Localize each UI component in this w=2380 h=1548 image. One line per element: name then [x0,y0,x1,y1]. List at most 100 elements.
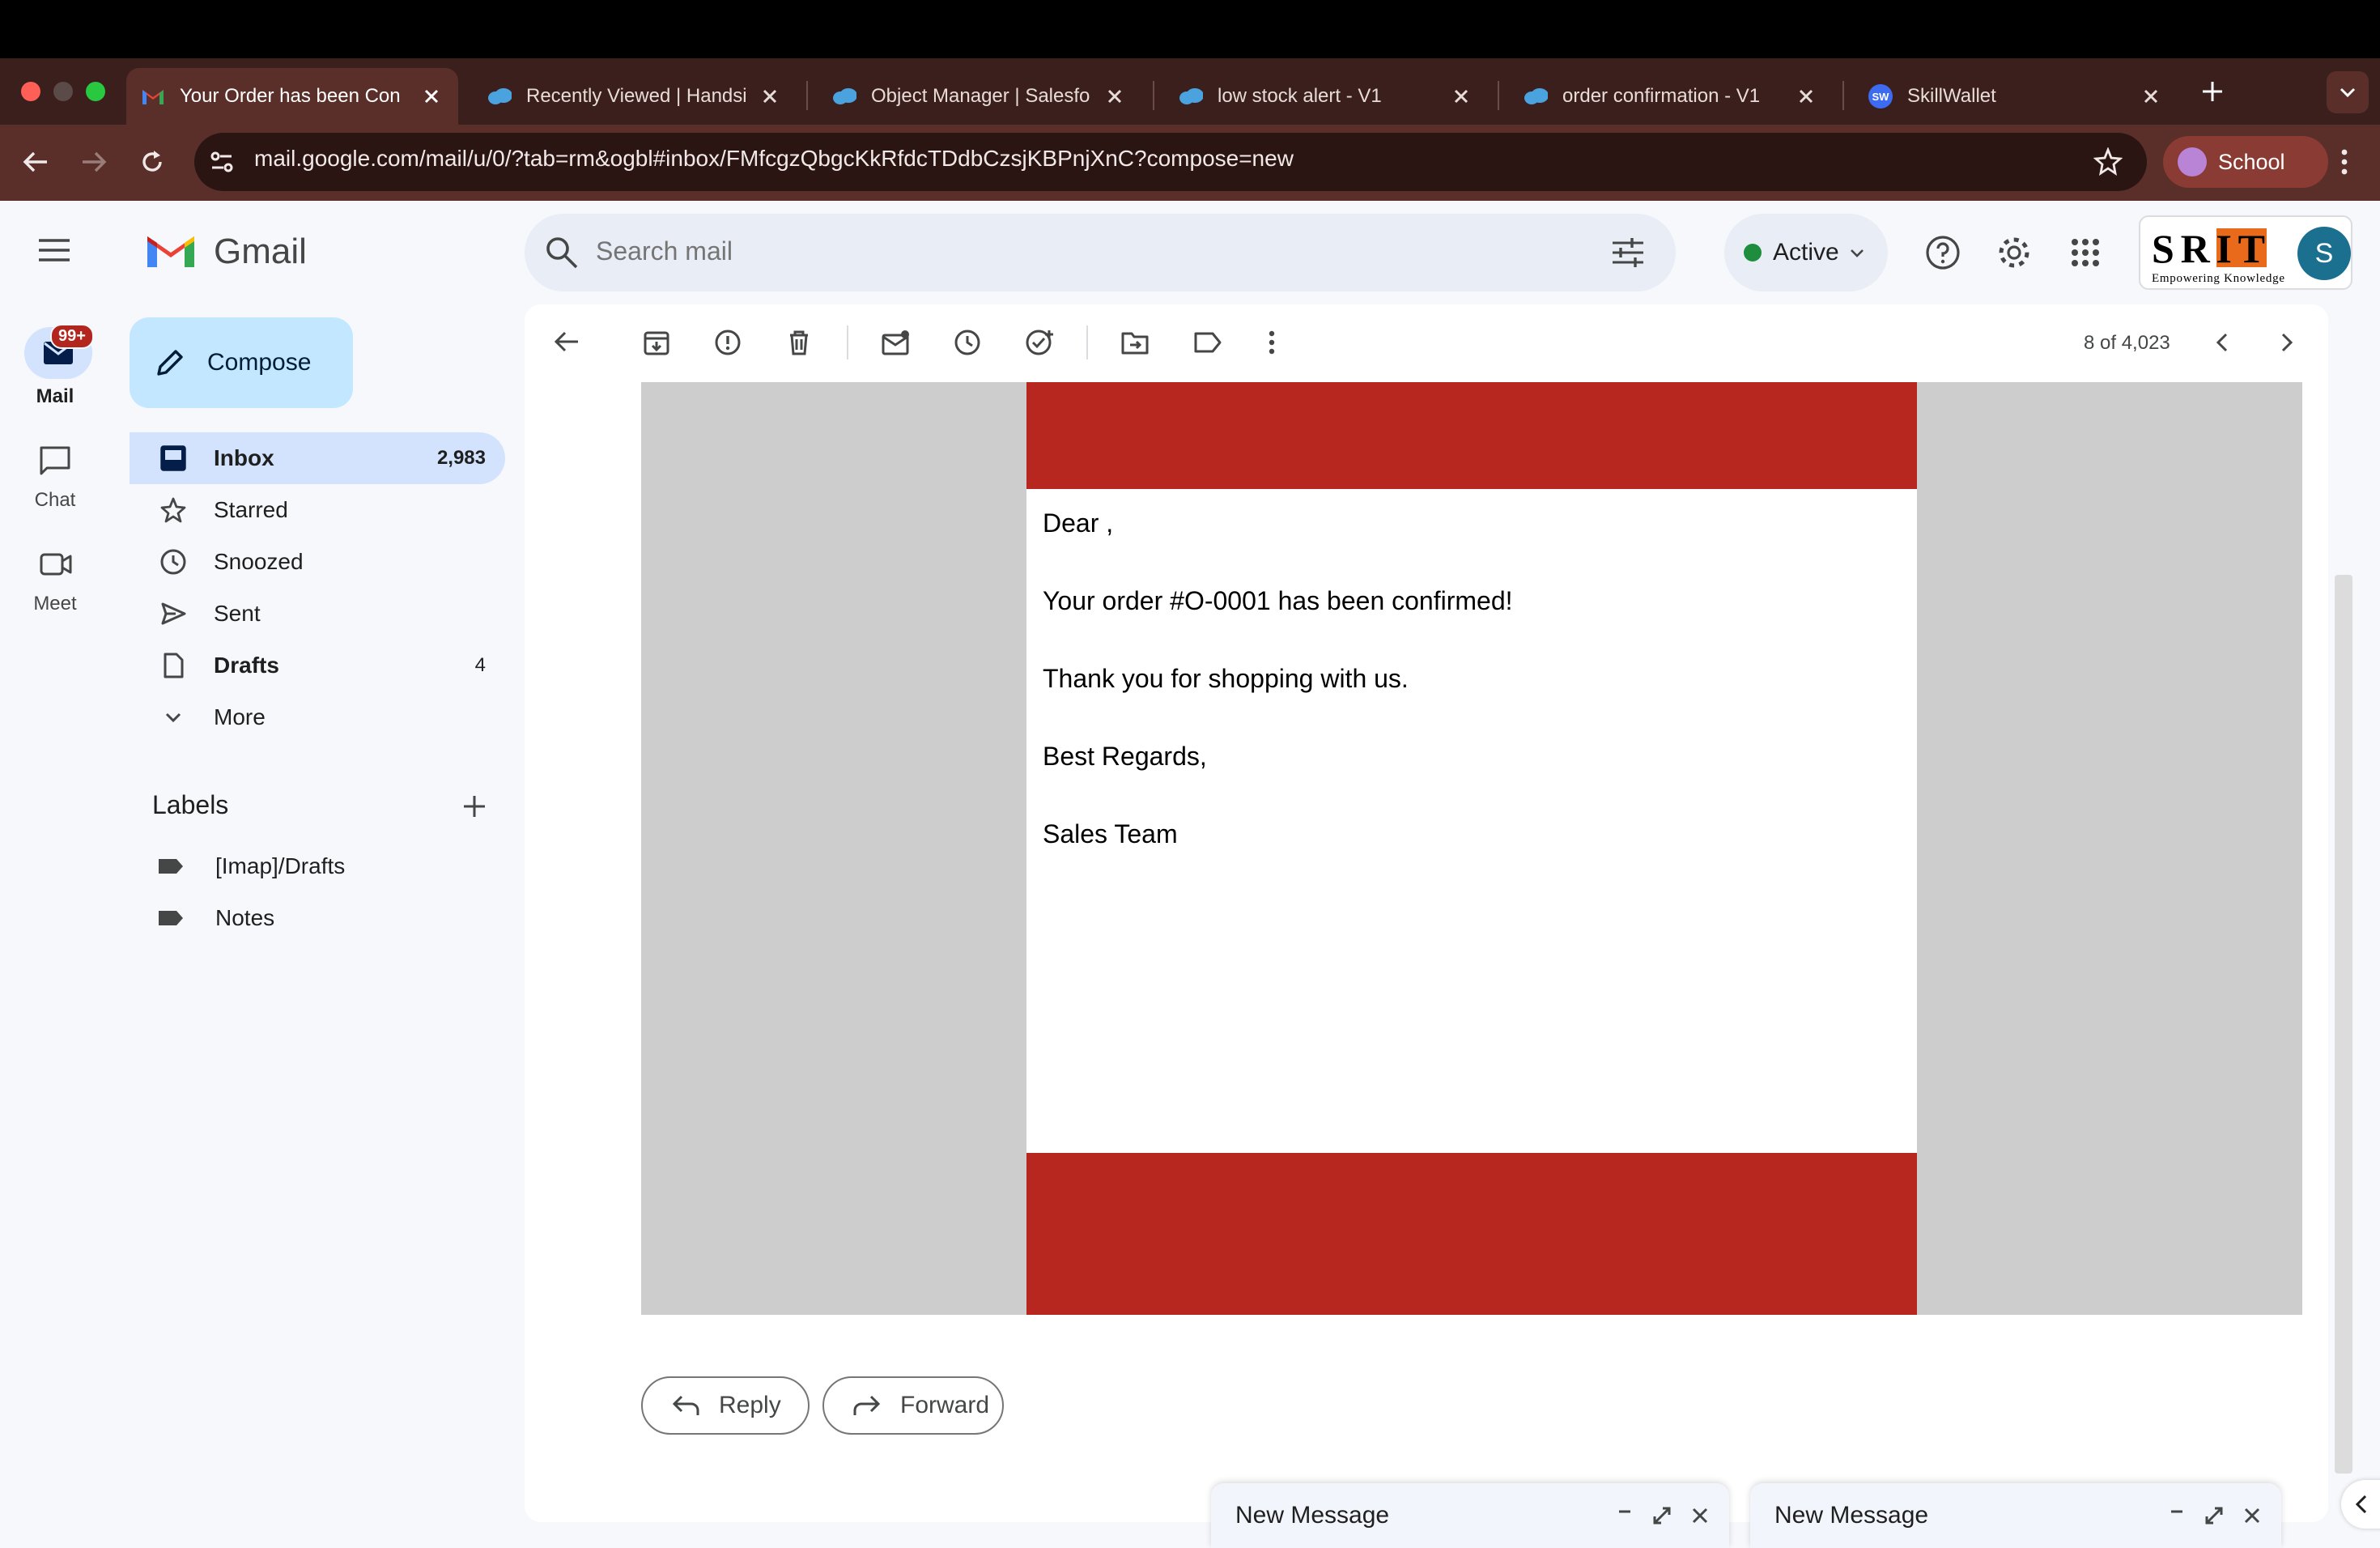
tab-title: low stock alert - V1 [1218,85,1382,107]
nav-more[interactable]: More [130,691,505,743]
gmail-icon [141,84,165,108]
older-chevron-right-icon[interactable] [2275,329,2299,356]
label-name: Notes [215,905,275,930]
more-options-icon[interactable] [1266,329,1277,356]
main-menu-icon[interactable] [37,238,71,262]
nav-inbox[interactable]: Inbox 2,983 [130,432,505,484]
close-tab-icon[interactable] [758,84,782,108]
snooze-clock-icon[interactable] [954,329,981,356]
reply-button[interactable]: Reply [641,1376,810,1435]
minimize-window-button[interactable] [53,82,73,101]
tab-skillwallet[interactable]: SW SkillWallet [1854,68,2178,125]
move-to-folder-icon[interactable] [1120,329,1150,356]
email-footer-band [1026,1153,1917,1315]
rail-mail-button[interactable]: 99+ [24,324,94,379]
email-header-band [1026,382,1917,489]
message-scrollbar[interactable] [2335,575,2352,1474]
new-message-window[interactable]: New Message [1750,1483,2281,1548]
delete-trash-icon[interactable] [785,329,813,356]
maximize-window-button[interactable] [86,82,105,101]
nav-starred[interactable]: Starred [130,484,505,536]
close-window-button[interactable] [21,82,40,101]
apps-grid-icon[interactable] [2071,238,2100,267]
label-notes[interactable]: Notes [157,905,274,931]
status-selector[interactable]: Active [1724,214,1888,291]
new-message-title: New Message [1235,1502,1390,1529]
minimize-icon [2171,1510,2182,1513]
bookmark-star-icon[interactable] [2093,147,2123,176]
chat-icon[interactable] [39,445,71,476]
forward-arrow-icon [853,1395,881,1415]
expand-icon [1653,1507,1671,1525]
tab-gmail[interactable]: Your Order has been Con [126,68,458,125]
tab-title: Recently Viewed | Handsi [526,85,747,107]
add-label-icon[interactable] [461,793,487,819]
draft-count: 4 [474,654,486,676]
site-settings-icon[interactable] [207,147,236,176]
rail-meet-label[interactable]: Meet [0,593,110,615]
forward-label: Forward [900,1392,990,1418]
tab-object-manager[interactable]: Object Manager | Salesfo [818,68,1141,125]
tab-separator [1498,81,1499,110]
close-tab-icon[interactable] [1449,84,1473,108]
organization-logo[interactable]: SRIT Empowering Knowledge S [2139,215,2352,290]
mark-unread-icon[interactable] [881,329,910,356]
search-bar[interactable] [525,214,1676,291]
label-icon[interactable] [1193,329,1222,356]
close-tab-icon[interactable] [1103,84,1127,108]
search-options-icon[interactable] [1611,236,1645,269]
reply-arrow-icon [672,1395,699,1415]
report-spam-icon[interactable] [714,329,742,356]
tab-search-button[interactable] [2327,71,2369,113]
email-signature: Sales Team [1043,819,1178,848]
archive-icon[interactable] [643,329,670,356]
tab-recently-viewed[interactable]: Recently Viewed | Handsi [473,68,797,125]
toolbar-divider [847,325,848,359]
search-input[interactable] [596,236,1486,266]
profile-chip[interactable]: School [2163,136,2328,188]
send-icon [157,598,189,630]
account-avatar[interactable]: S [2297,227,2351,280]
forward-arrow-icon[interactable] [79,149,108,175]
new-tab-icon[interactable] [2200,79,2225,104]
browser-menu-icon[interactable] [2338,147,2351,176]
profile-label: School [2218,149,2285,174]
url-text[interactable]: mail.google.com/mail/u/0/?tab=rm&ogbl#in… [254,146,1294,172]
email-greeting: Dear , [1043,508,1114,538]
new-message-window[interactable]: New Message [1211,1483,1729,1548]
svg-text:SRIT: SRIT [2152,226,2265,271]
nav-drafts[interactable]: Drafts 4 [130,640,505,691]
salesforce-cloud-icon [487,84,512,108]
tab-title: Your Order has been Con [180,85,401,107]
email-signoff: Best Regards, [1043,742,1207,771]
meet-video-icon[interactable] [39,551,73,578]
tab-separator [1153,81,1154,110]
nav-label: More [214,704,266,729]
label-imap-drafts[interactable]: [Imap]/Drafts [157,853,345,879]
close-tab-icon[interactable] [1794,84,1818,108]
close-tab-icon[interactable] [419,84,444,108]
side-panel-toggle[interactable] [2341,1480,2380,1529]
back-to-inbox-icon[interactable] [552,329,581,355]
forward-button[interactable]: Forward [822,1376,1004,1435]
unread-badge: 99+ [50,324,94,349]
compose-button[interactable]: Compose [130,317,353,408]
reply-label: Reply [719,1392,781,1418]
gmail-logo-icon[interactable] [144,230,198,270]
tab-order-confirmation[interactable]: order confirmation - V1 [1509,68,1833,125]
reload-icon[interactable] [138,147,167,176]
tab-low-stock-alert[interactable]: low stock alert - V1 [1164,68,1488,125]
nav-snoozed[interactable]: Snoozed [130,536,505,588]
gmail-wordmark[interactable]: Gmail [214,232,307,272]
rail-mail-label[interactable]: Mail [0,385,110,408]
rail-chat-label[interactable]: Chat [0,489,110,512]
close-tab-icon[interactable] [2139,84,2163,108]
back-arrow-icon[interactable] [21,149,50,175]
settings-gear-icon[interactable] [1996,235,2032,270]
add-task-icon[interactable] [1025,329,1054,356]
help-icon[interactable] [1925,235,1961,270]
chevron-left-icon [2355,1495,2367,1514]
nav-sent[interactable]: Sent [130,588,505,640]
newer-chevron-left-icon[interactable] [2210,329,2234,356]
search-icon[interactable] [544,235,580,270]
